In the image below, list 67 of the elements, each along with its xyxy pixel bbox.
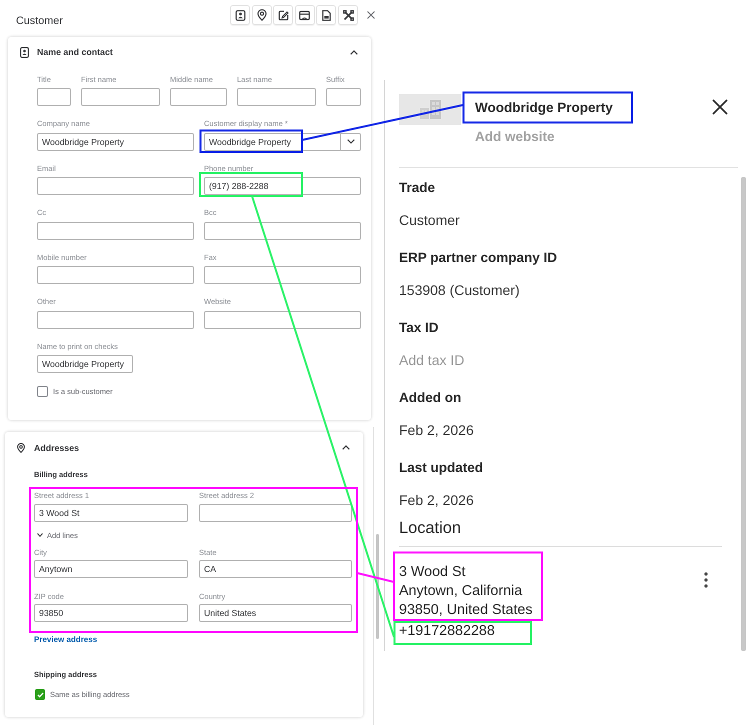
scrollbar-thumb[interactable] [376,534,379,638]
input-field[interactable] [37,88,71,106]
phone-number: +19172882288 [399,622,495,640]
detail-value: Customer [399,211,460,229]
input-field[interactable]: Anytown [34,560,188,578]
detail-label: Added on [399,389,462,407]
location-button[interactable] [252,5,272,25]
input-field[interactable] [204,266,361,284]
pin-icon [17,442,25,452]
caret-icon[interactable] [342,445,350,450]
checkbox[interactable] [35,689,45,700]
document-icon [320,10,332,20]
input-field[interactable] [37,266,194,284]
section-title: Addresses [34,442,79,454]
section-heading: Location [399,518,461,539]
input-field[interactable] [326,88,361,106]
input-field[interactable] [170,88,227,106]
address-line: Anytown, California [399,582,522,600]
input-field[interactable]: United States [199,604,352,622]
input-field[interactable]: CA [199,560,352,578]
input-field[interactable] [199,504,352,522]
close-icon[interactable] [712,99,728,115]
edit-icon [278,10,289,20]
tools-icon [342,10,354,20]
chevron-down-icon [346,139,354,144]
caret-icon[interactable] [350,50,358,54]
preview-address-link[interactable]: Preview address [34,635,98,645]
input-field[interactable] [37,177,194,195]
pin-icon [256,9,267,21]
card-icon [299,10,310,20]
input-field[interactable]: 93850 [34,604,188,622]
payment-button[interactable] [294,5,315,25]
scrollbar-thumb[interactable] [741,177,746,651]
detail-label: Tax ID [399,319,439,337]
edit-button[interactable] [273,5,294,25]
address-line: 3 Wood St [399,562,466,582]
contact-icon [20,46,29,58]
section-title: Name and contact [37,46,113,58]
more-options-icon[interactable] [704,572,708,588]
notes-button[interactable] [316,5,336,25]
input-field[interactable] [204,310,361,328]
detail-value: Feb 2, 2026 [399,491,474,509]
input-field[interactable]: Woodbridge Property [37,355,133,373]
address-line: 93850, United States [399,600,533,620]
select-field[interactable]: Woodbridge Property [204,132,361,150]
input-field[interactable] [237,88,316,106]
checkmark-icon [36,692,44,698]
input-field[interactable] [37,310,194,328]
chevron-down-icon [37,533,43,537]
dialog-title: Customer [16,14,63,28]
detail-value: Feb 2, 2026 [399,421,474,439]
contact-icon [234,10,246,20]
contact-button[interactable] [230,5,250,25]
detail-label: ERP partner company ID [399,249,558,267]
detail-value: 153908 (Customer) [399,281,520,299]
building-icon [420,100,440,119]
input-field[interactable]: Woodbridge Property [37,132,194,150]
checkbox[interactable] [37,386,48,397]
input-field[interactable] [204,222,361,240]
input-field[interactable]: (917) 288-2288 [204,177,361,195]
tools-button[interactable] [338,5,358,25]
input-field[interactable]: 3 Wood St [34,504,188,522]
input-field[interactable] [37,222,194,240]
detail-label: Last updated [399,459,484,477]
detail-label: Trade [399,179,436,197]
company-name: Woodbridge Property [475,99,613,117]
input-field[interactable] [81,88,160,106]
